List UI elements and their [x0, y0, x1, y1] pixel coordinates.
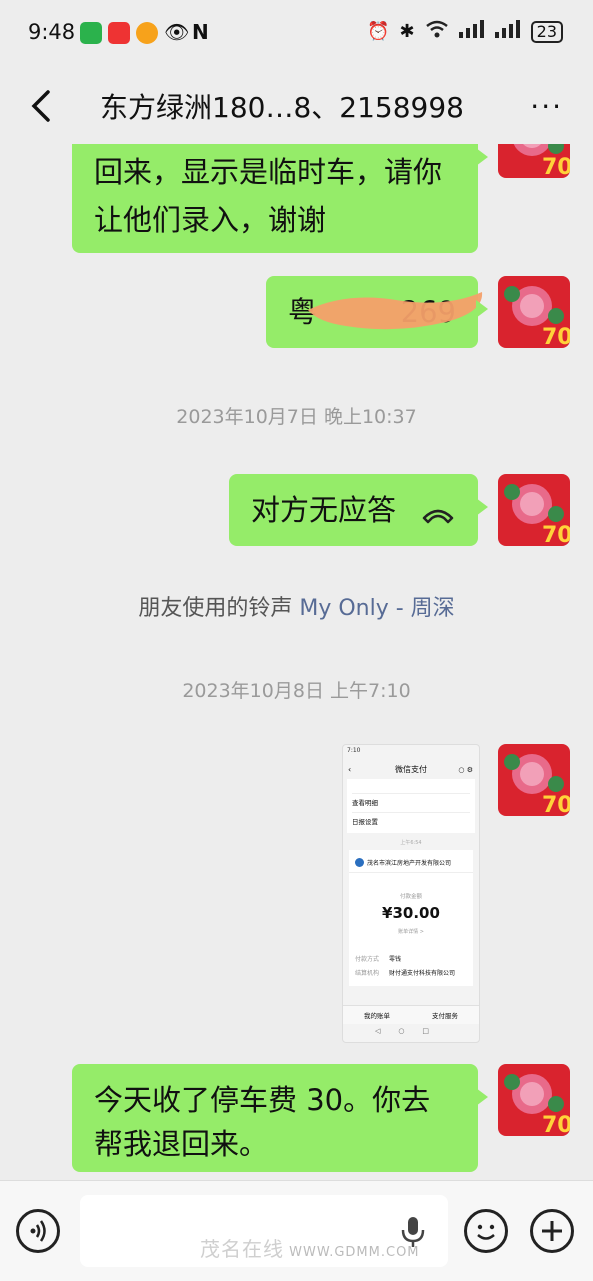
status-time: 9:48	[28, 20, 76, 44]
shot-menu: 查看明细 日报设置	[347, 779, 475, 833]
timestamp: 2023年10月8日 上午7:10	[182, 680, 411, 702]
shot-status: 7:10	[343, 745, 479, 761]
shot-amount-label: 付款金额	[399, 894, 422, 900]
more-options-button[interactable]: ···	[530, 90, 563, 123]
phone-hangup-icon	[420, 496, 456, 540]
watermark: 茂名在线 WWW.GDMM.COM	[200, 1233, 420, 1262]
notification-app-icon	[108, 22, 130, 44]
watermark-url: WWW.GDMM.COM	[289, 1245, 420, 1260]
svg-text:70: 70	[542, 155, 570, 178]
shot-date: 上午6:54	[400, 840, 422, 846]
pinduoduo-app-icon	[136, 22, 158, 44]
alarm-icon: ⏰	[367, 21, 390, 42]
shot-pay-method-label: 付款方式	[355, 956, 380, 963]
signal-icon	[458, 20, 485, 43]
input-bar: 茂名在线 WWW.GDMM.COM	[0, 1180, 593, 1281]
shot-merchant: 茂名市滨江房地产开发有限公司	[367, 860, 452, 867]
message-text-line: 今天收了停车费 30。你去	[94, 1083, 431, 1117]
message-text-line: 回来，显示是临时车，请你	[94, 155, 443, 189]
ringtone-prefix: 朋友使用的铃声	[138, 596, 300, 621]
shot-menu-item: 日报设置	[352, 812, 470, 831]
watermark-text: 茂名在线	[200, 1237, 284, 1261]
svg-text:70: 70	[542, 325, 570, 348]
shot-menu-item: 查看明细	[352, 793, 470, 812]
avatar[interactable]: 70	[498, 1064, 570, 1136]
shot-back-icon: ‹	[348, 765, 352, 774]
shot-header: ‹ 微信支付 ○ ⚙	[343, 761, 479, 779]
more-functions-button[interactable]	[530, 1209, 574, 1253]
shot-detail-link: 账单详情 >	[398, 929, 424, 935]
shot-time: 7:10	[347, 747, 361, 754]
shot-tabbar: 我的账单 支付服务	[343, 1005, 479, 1024]
shot-tab: 支付服务	[432, 1012, 458, 1020]
ringtone-notice: 朋友使用的铃声 My Only - 周深	[0, 590, 593, 622]
chat-header: 东方绿洲180…8、2158998 ···	[0, 68, 593, 144]
message-bubble[interactable]: 粤 269	[266, 276, 488, 348]
avatar[interactable]: 70	[498, 276, 570, 348]
svg-text:70: 70	[542, 793, 570, 816]
redaction-scribble	[308, 292, 483, 330]
wechat-app-icon	[80, 22, 102, 44]
shot-title: 微信支付	[395, 765, 427, 774]
avatar[interactable]: 70	[498, 744, 570, 816]
signal-icon-2	[494, 20, 521, 43]
message-bubble[interactable]: 回来，显示是临时车，请你 让他们录入，谢谢	[72, 144, 488, 253]
shot-clear-org: 财付通支付科技有限公司	[389, 970, 456, 977]
shot-nav-buttons: ◁○□	[374, 1027, 448, 1035]
svg-text:70: 70	[542, 523, 570, 546]
eye-icon: 👁	[164, 20, 190, 44]
chat-title: 东方绿洲180…8、2158998	[100, 91, 464, 124]
nfc-icon: N	[192, 20, 209, 44]
back-button[interactable]	[28, 88, 58, 124]
image-message[interactable]: 7:10 ‹ 微信支付 ○ ⚙ 查看明细 日报设置 上午6:54 茂名市滨江房地…	[342, 744, 480, 1043]
message-list[interactable]: 回来，显示是临时车，请你 让他们录入，谢谢 70 粤 269 70	[0, 144, 593, 1180]
voice-mode-button[interactable]	[16, 1209, 60, 1253]
svg-text:70: 70	[542, 1113, 570, 1136]
battery-indicator: 23	[530, 20, 563, 43]
avatar[interactable]: 70	[498, 474, 570, 546]
shot-search-icon: ○ ⚙	[458, 766, 473, 774]
message-text-line: 帮我退回来。	[94, 1127, 269, 1161]
shot-tab: 我的账单	[364, 1012, 390, 1020]
message-bubble[interactable]: 今天收了停车费 30。你去 帮我退回来。	[72, 1064, 488, 1172]
shot-merchant-icon	[355, 858, 364, 867]
shot-pay-method: 零钱	[389, 956, 402, 963]
message-text-line: 让他们录入，谢谢	[94, 203, 327, 237]
shot-clear-label: 结算机构	[355, 970, 380, 977]
ringtone-link[interactable]: My Only - 周深	[299, 596, 454, 621]
bluetooth-icon: ✱	[399, 21, 415, 42]
call-message-bubble[interactable]: 对方无应答	[229, 474, 488, 546]
emoji-button[interactable]	[464, 1209, 508, 1253]
timestamp: 2023年10月7日 晚上10:37	[176, 406, 417, 428]
avatar[interactable]: 70	[498, 144, 570, 178]
status-bar: 9:48 👁 N ⏰ ✱ 23	[0, 0, 593, 68]
shot-amount: ¥30.00	[382, 904, 440, 922]
call-status-text: 对方无应答	[251, 493, 397, 527]
wifi-icon	[425, 20, 449, 43]
shot-card: 茂名市滨江房地产开发有限公司 付款金额 ¥30.00 账单详情 > 付款方式 零…	[349, 850, 473, 986]
